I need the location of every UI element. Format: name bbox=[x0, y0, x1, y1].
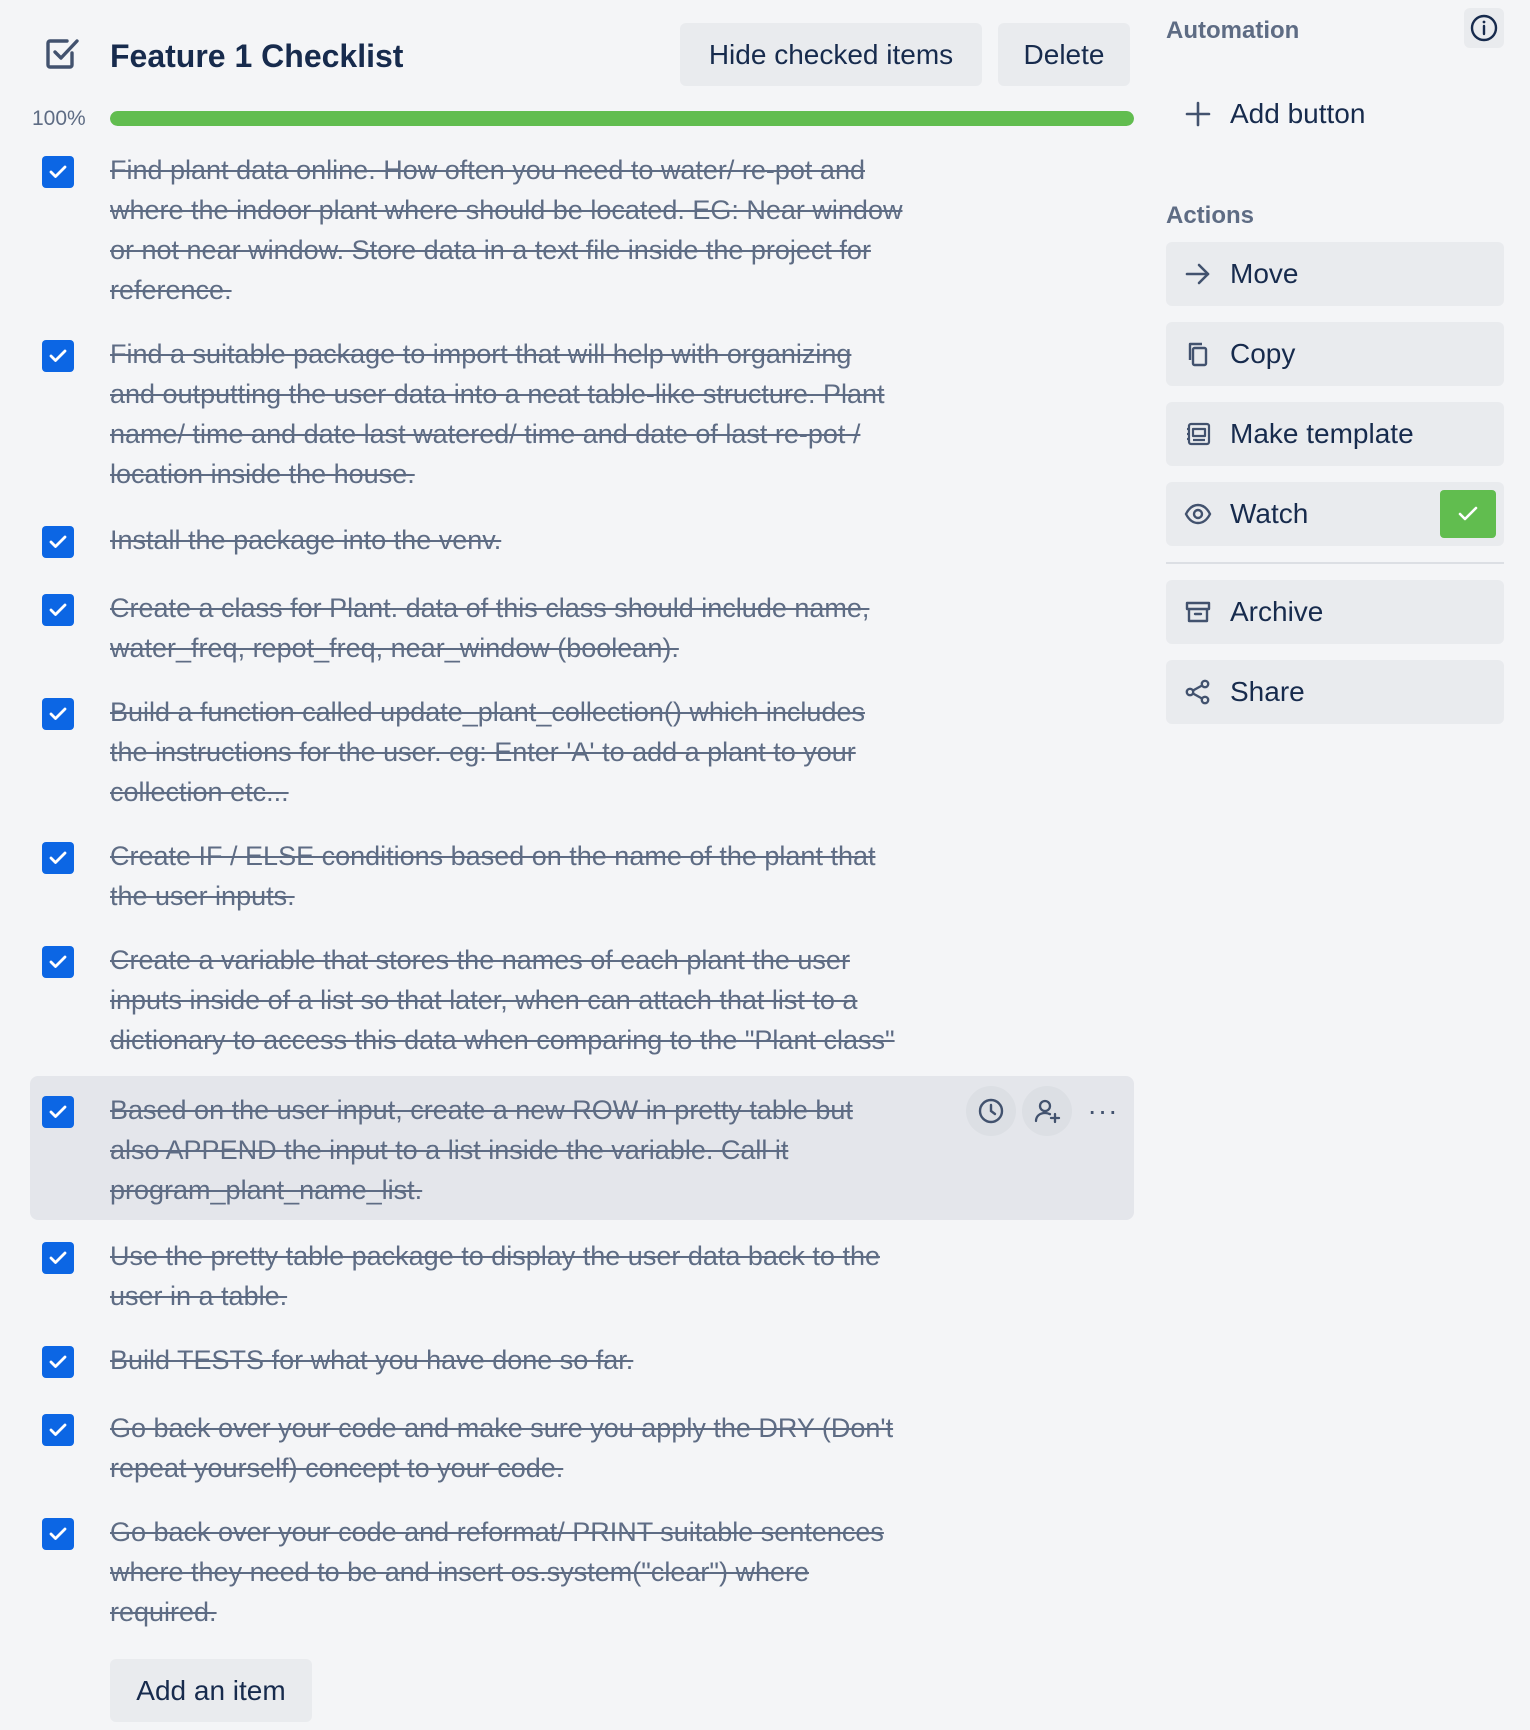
checklist-item[interactable]: Go back over your code and make sure you… bbox=[30, 1402, 1134, 1490]
make-template-button[interactable]: Make template bbox=[1166, 402, 1504, 466]
plus-icon bbox=[1184, 100, 1212, 128]
move-label: Move bbox=[1230, 258, 1299, 289]
add-button-label: Add button bbox=[1230, 98, 1366, 129]
progress-bar-fill bbox=[110, 111, 1134, 126]
item-text[interactable]: Go back over your code and make sure you… bbox=[110, 1408, 1000, 1488]
item-text[interactable]: Create a class for Plant. data of this c… bbox=[110, 588, 1000, 668]
info-icon[interactable] bbox=[1464, 8, 1504, 48]
item-checkbox[interactable] bbox=[42, 156, 74, 188]
item-text[interactable]: Create a variable that stores the names … bbox=[110, 940, 1000, 1060]
checklist-item[interactable]: Find a suitable package to import that w… bbox=[30, 328, 1134, 489]
item-checkbox[interactable] bbox=[42, 946, 74, 978]
copy-label: Copy bbox=[1230, 338, 1296, 369]
item-checkbox[interactable] bbox=[42, 340, 74, 372]
arrow-right-icon bbox=[1184, 260, 1212, 288]
share-icon bbox=[1184, 678, 1212, 706]
clock-icon[interactable] bbox=[966, 1086, 1016, 1136]
item-text[interactable]: Find a suitable package to import that w… bbox=[110, 334, 1000, 494]
watch-button[interactable]: Watch bbox=[1166, 482, 1504, 546]
checklist-item[interactable]: Go back over your code and reformat/ PRI… bbox=[30, 1506, 1134, 1634]
item-checkbox[interactable] bbox=[42, 594, 74, 626]
copy-icon bbox=[1184, 340, 1212, 368]
checklist-item[interactable]: Use the pretty table package to display … bbox=[30, 1230, 1134, 1318]
checklist-item[interactable]: Find plant data online. How often you ne… bbox=[30, 144, 1134, 305]
move-button[interactable]: Move bbox=[1166, 242, 1504, 306]
archive-button[interactable]: Archive bbox=[1166, 580, 1504, 644]
make-template-label: Make template bbox=[1230, 418, 1414, 449]
item-checkbox[interactable] bbox=[42, 1518, 74, 1550]
item-actions: ··· bbox=[966, 1086, 1128, 1136]
item-checkbox[interactable] bbox=[42, 1096, 74, 1128]
share-button[interactable]: Share bbox=[1166, 660, 1504, 724]
copy-button[interactable]: Copy bbox=[1166, 322, 1504, 386]
checklist-item[interactable]: Create IF / ELSE conditions based on the… bbox=[30, 830, 1134, 918]
item-checkbox[interactable] bbox=[42, 1346, 74, 1378]
watch-label: Watch bbox=[1230, 498, 1309, 529]
template-icon bbox=[1184, 420, 1212, 448]
checklist-title[interactable]: Feature 1 Checklist bbox=[110, 36, 403, 76]
item-checkbox[interactable] bbox=[42, 1414, 74, 1446]
item-text[interactable]: Create IF / ELSE conditions based on the… bbox=[110, 836, 1000, 916]
progress-bar bbox=[110, 111, 1134, 126]
checklist-item[interactable]: Build TESTS for what you have done so fa… bbox=[30, 1334, 1134, 1382]
automation-heading: Automation bbox=[1166, 17, 1300, 44]
actions-heading: Actions bbox=[1166, 202, 1255, 229]
checklist-item[interactable]: Install the package into the venv. bbox=[30, 514, 1134, 562]
item-checkbox[interactable] bbox=[42, 842, 74, 874]
item-text[interactable]: Install the package into the venv. bbox=[110, 520, 1000, 560]
checklist-progress: 100% bbox=[30, 100, 1136, 138]
watching-check-icon bbox=[1440, 490, 1496, 538]
more-icon[interactable]: ··· bbox=[1078, 1086, 1128, 1136]
item-text[interactable]: Build a function called update_plant_col… bbox=[110, 692, 1000, 812]
card-sidebar: Automation Add button Actions Move Copy … bbox=[1166, 0, 1504, 1730]
actions-divider bbox=[1166, 562, 1504, 564]
progress-percentage: 100% bbox=[32, 107, 86, 130]
add-automation-button[interactable]: Add button bbox=[1166, 88, 1504, 140]
item-text[interactable]: Use the pretty table package to display … bbox=[110, 1236, 1000, 1316]
item-checkbox[interactable] bbox=[42, 526, 74, 558]
hide-checked-items-button[interactable]: Hide checked items bbox=[680, 23, 982, 86]
delete-checklist-button[interactable]: Delete bbox=[998, 23, 1130, 86]
share-label: Share bbox=[1230, 676, 1305, 707]
item-text[interactable]: Go back over your code and reformat/ PRI… bbox=[110, 1512, 1000, 1632]
add-item-button[interactable]: Add an item bbox=[110, 1659, 312, 1722]
item-text[interactable]: Build TESTS for what you have done so fa… bbox=[110, 1340, 1000, 1380]
checklist-item[interactable]: Based on the user input, create a new RO… bbox=[30, 1076, 1134, 1220]
checklist-icon bbox=[44, 36, 80, 72]
eye-icon bbox=[1184, 500, 1212, 528]
item-text[interactable]: Based on the user input, create a new RO… bbox=[110, 1090, 1000, 1210]
assign-member-icon[interactable] bbox=[1022, 1086, 1072, 1136]
item-checkbox[interactable] bbox=[42, 698, 74, 730]
item-text[interactable]: Find plant data online. How often you ne… bbox=[110, 150, 1000, 310]
checklist-header: Feature 1 Checklist Hide checked items D… bbox=[30, 0, 1136, 110]
checklist-item[interactable]: Create a class for Plant. data of this c… bbox=[30, 582, 1134, 670]
archive-label: Archive bbox=[1230, 596, 1324, 627]
archive-icon bbox=[1184, 598, 1212, 626]
item-checkbox[interactable] bbox=[42, 1242, 74, 1274]
checklist-item[interactable]: Create a variable that stores the names … bbox=[30, 934, 1134, 1062]
checklist-item[interactable]: Build a function called update_plant_col… bbox=[30, 686, 1134, 814]
